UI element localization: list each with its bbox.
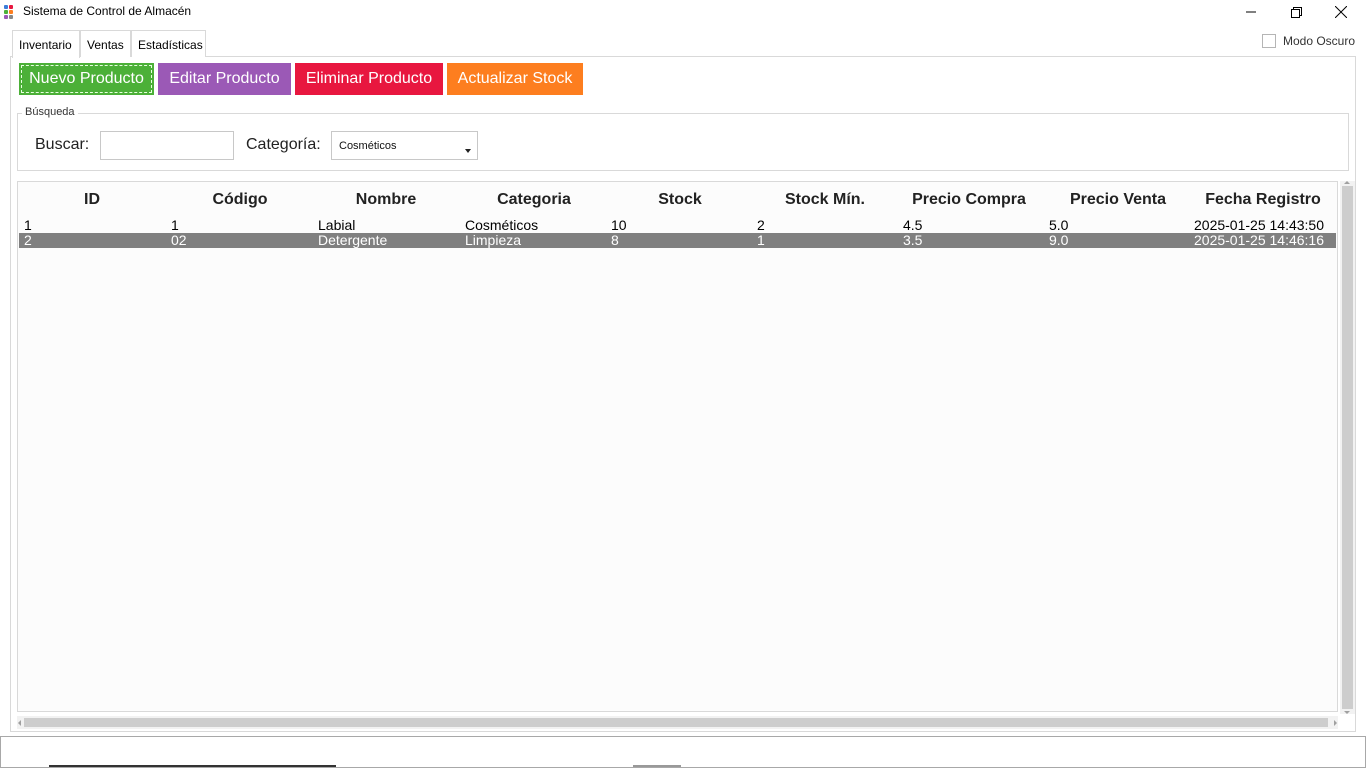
cell-stock-min: 1: [757, 232, 765, 248]
column-header-fecha-registro[interactable]: Fecha Registro: [1193, 191, 1333, 209]
table-row[interactable]: 1 1 Labial Cosméticos 10 2 4.5 5.0 2025-…: [19, 218, 1336, 233]
minimize-icon: [1246, 11, 1256, 13]
edit-product-button[interactable]: Editar Producto: [158, 63, 291, 95]
cell-precio-venta: 9.0: [1049, 232, 1069, 248]
table-row-selected[interactable]: 2 02 Detergente Limpieza 8 1 3.5 9.0 202…: [19, 233, 1336, 248]
cell-fecha: 2025-01-25 14:46:16: [1194, 232, 1324, 248]
status-indicator: [49, 765, 336, 767]
cell-stock: 10: [611, 217, 627, 233]
cell-fecha: 2025-01-25 14:43:50: [1194, 217, 1324, 233]
category-select-value: Cosméticos: [339, 140, 397, 152]
cell-id: 1: [24, 217, 32, 233]
dark-mode-toggle[interactable]: Modo Oscuro: [1262, 33, 1355, 49]
close-icon: [1335, 6, 1347, 18]
cell-stock: 8: [611, 232, 619, 248]
delete-product-button[interactable]: Eliminar Producto: [295, 63, 443, 95]
vertical-scroll-thumb[interactable]: [1342, 186, 1353, 709]
update-stock-button[interactable]: Actualizar Stock: [447, 63, 583, 95]
tab-ventas[interactable]: Ventas: [80, 30, 131, 57]
products-table: ID Código Nombre Categoria Stock Stock M…: [17, 181, 1338, 712]
category-select[interactable]: Cosméticos: [331, 131, 478, 160]
status-bar: [0, 736, 1366, 768]
column-header-stock-min[interactable]: Stock Mín.: [770, 191, 880, 209]
new-product-button[interactable]: Nuevo Producto: [19, 63, 154, 95]
search-input[interactable]: [100, 131, 234, 160]
tab-inventario[interactable]: Inventario: [12, 30, 80, 58]
scroll-down-icon[interactable]: [1344, 711, 1350, 714]
dark-mode-checkbox[interactable]: [1262, 34, 1276, 48]
app-grid-icon: [4, 5, 18, 19]
cell-categoria: Cosméticos: [465, 217, 539, 233]
scroll-right-icon[interactable]: [1334, 720, 1337, 726]
column-header-id[interactable]: ID: [62, 191, 122, 209]
column-header-codigo[interactable]: Código: [190, 191, 290, 209]
column-header-precio-venta[interactable]: Precio Venta: [1058, 191, 1178, 209]
horizontal-scrollbar[interactable]: [17, 716, 1338, 729]
cell-nombre: Labial: [318, 217, 356, 233]
title-bar: Sistema de Control de Almacén: [0, 0, 1366, 24]
column-header-nombre[interactable]: Nombre: [336, 191, 436, 209]
minimize-button[interactable]: [1228, 0, 1274, 24]
chevron-down-icon: [465, 149, 471, 153]
vertical-scrollbar[interactable]: [1340, 181, 1355, 714]
cell-precio-compra: 4.5: [903, 217, 923, 233]
cell-id: 2: [24, 232, 32, 248]
restore-icon: [1290, 6, 1302, 18]
column-header-categoria[interactable]: Categoria: [478, 191, 590, 209]
tab-estadisticas[interactable]: Estadísticas: [131, 30, 206, 57]
status-indicator: [633, 765, 681, 767]
category-label: Categoría:: [246, 136, 321, 153]
window-title: Sistema de Control de Almacén: [23, 4, 192, 18]
cell-stock-min: 2: [757, 217, 765, 233]
cell-precio-venta: 5.0: [1049, 217, 1069, 233]
close-button[interactable]: [1318, 0, 1364, 24]
column-header-stock[interactable]: Stock: [630, 191, 730, 209]
cell-nombre: Detergente: [318, 232, 388, 248]
dark-mode-label: Modo Oscuro: [1283, 34, 1356, 48]
cell-categoria: Limpieza: [465, 232, 522, 248]
restore-button[interactable]: [1273, 0, 1319, 24]
scroll-up-icon[interactable]: [1344, 181, 1350, 184]
scroll-left-icon[interactable]: [18, 720, 21, 726]
column-header-precio-compra[interactable]: Precio Compra: [904, 191, 1034, 209]
cell-precio-compra: 3.5: [903, 232, 923, 248]
search-group-label: Búsqueda: [22, 106, 78, 118]
cell-codigo: 1: [171, 217, 179, 233]
horizontal-scroll-thumb[interactable]: [24, 718, 1328, 727]
cell-codigo: 02: [171, 232, 187, 248]
search-label: Buscar:: [35, 136, 90, 153]
